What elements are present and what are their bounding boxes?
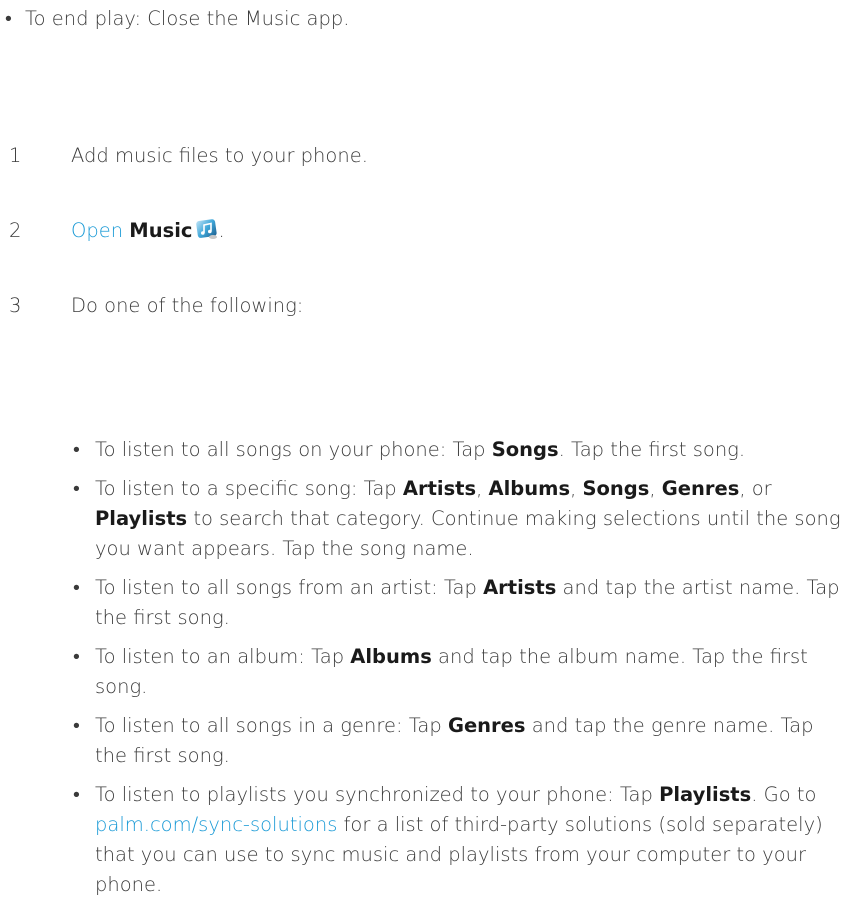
item-text: , or — [739, 477, 772, 500]
item-text: To listen to a specific song: Tap — [95, 477, 403, 500]
music-app-name: Music — [129, 219, 193, 242]
list-item: • To listen to an album: Tap Albums and … — [71, 642, 841, 702]
step-text: Add music files to your phone. — [71, 144, 368, 167]
bullet-marker: • — [73, 438, 80, 461]
item-bold: Genres — [447, 714, 526, 737]
open-link[interactable]: Open — [71, 219, 123, 242]
list-item: • To listen to playlists you synchronize… — [71, 780, 841, 900]
list-item: • To listen to all songs in a genre: Tap… — [71, 711, 841, 771]
step-number: 1 — [9, 144, 22, 167]
options-list: • To listen to all songs on your phone: … — [71, 435, 841, 909]
sync-solutions-link[interactable]: palm.com/sync-solutions — [95, 813, 337, 836]
item-text: . Tap the first song. — [558, 438, 746, 461]
item-text: , — [476, 477, 489, 500]
item-text: to search that category. Continue making… — [95, 507, 841, 560]
item-text: , — [649, 477, 662, 500]
item-bold: Artists — [483, 576, 557, 599]
item-bold: Playlists — [659, 783, 752, 806]
item-text: To listen to all songs from an artist: T… — [95, 576, 484, 599]
item-bold: Genres — [661, 477, 740, 500]
step-suffix: . — [218, 219, 225, 242]
page: { "top_bullet": { "marker": "•", "text":… — [0, 0, 848, 896]
list-item: • To listen to all songs on your phone: … — [71, 435, 841, 465]
step-number: 3 — [9, 294, 22, 317]
item-text: To listen to playlists you synchronized … — [95, 783, 660, 806]
item-bold: Artists — [402, 477, 477, 500]
item-text: , — [570, 477, 583, 500]
bullet-marker: • — [73, 477, 80, 500]
bullet-marker: • — [73, 714, 80, 737]
item-bold: Songs — [491, 438, 559, 461]
music-app-icon — [196, 219, 218, 239]
item-bold: Playlists — [95, 507, 188, 530]
bullet-marker: • — [73, 576, 80, 599]
bullet-marker: • — [73, 645, 80, 668]
step-text: Open Music . — [71, 216, 225, 246]
step-text: Do one of the following: — [71, 294, 304, 317]
item-bold: Songs — [582, 477, 650, 500]
item-text: To listen to all songs in a genre: Tap — [95, 714, 448, 737]
item-bold: Albums — [488, 477, 571, 500]
item-bold: Albums — [350, 645, 432, 668]
step-number: 2 — [9, 219, 22, 242]
item-text: . Go to — [751, 783, 817, 806]
end-play-bullet: • To end play: Close the Music app. — [5, 4, 349, 34]
list-item: • To listen to a specific song: Tap Arti… — [71, 474, 841, 564]
end-play-text: To end play: Close the Music app. — [25, 7, 350, 30]
item-text: To listen to an album: Tap — [95, 645, 351, 668]
list-item: • To listen to all songs from an artist:… — [71, 573, 841, 633]
item-text: To listen to all songs on your phone: Ta… — [95, 438, 492, 461]
bullet-marker: • — [5, 7, 12, 30]
